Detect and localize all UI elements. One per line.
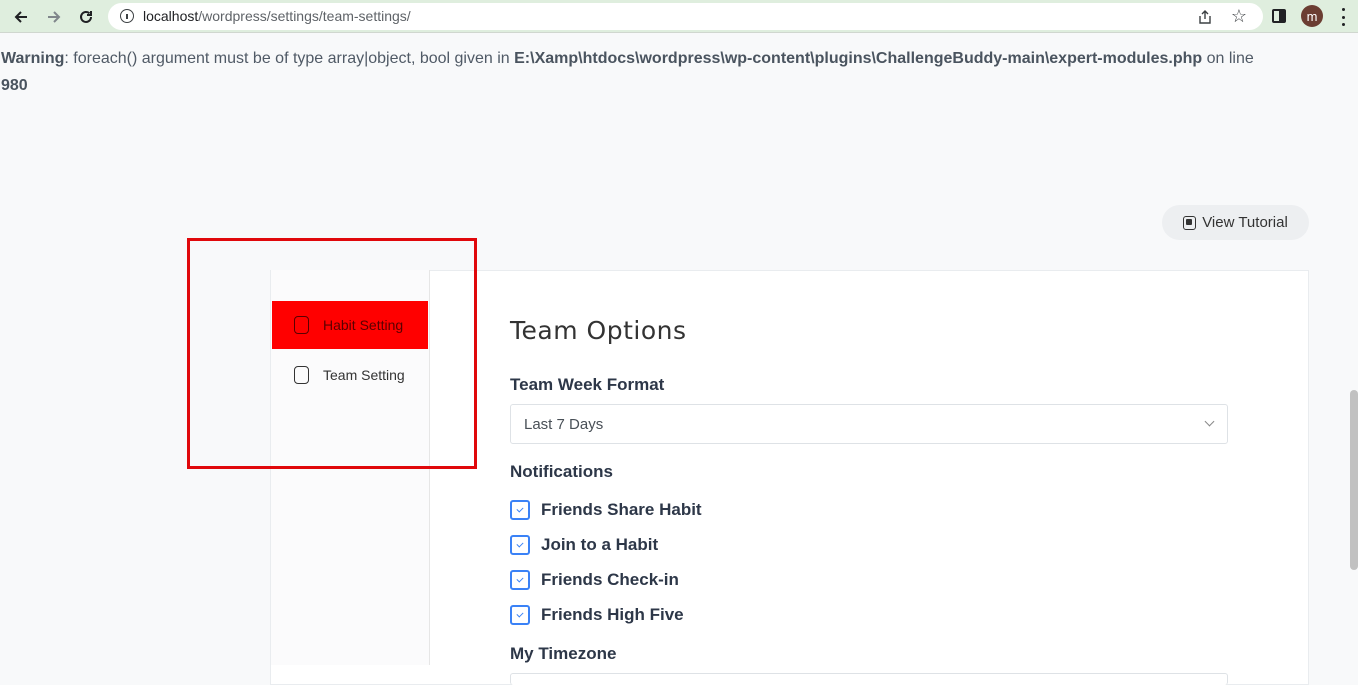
team-week-format-select[interactable]: Last 7 Days (510, 404, 1228, 444)
annotation-highlight-box (187, 238, 477, 469)
site-info-icon[interactable] (120, 9, 134, 23)
timezone-select[interactable] (510, 673, 1228, 685)
share-icon[interactable] (1197, 9, 1213, 25)
checkbox-friends-check-in[interactable]: Friends Check-in (510, 570, 679, 590)
team-week-format-label: Team Week Format (510, 375, 665, 394)
checkbox-checked-icon[interactable] (510, 570, 530, 590)
avatar-letter: m (1306, 8, 1318, 24)
checkbox-checked-icon[interactable] (510, 500, 530, 520)
checkbox-label: Join to a Habit (541, 535, 659, 554)
back-icon[interactable] (10, 6, 32, 28)
warning-line-text: on line (1202, 50, 1254, 67)
warning-line-number: 980 (1, 77, 28, 94)
checkbox-checked-icon[interactable] (510, 605, 530, 625)
checkbox-friends-share-habit[interactable]: Friends Share Habit (510, 500, 702, 520)
selected-value: Last 7 Days (524, 415, 604, 433)
warning-label: Warning (1, 50, 65, 67)
forward-icon[interactable] (43, 6, 65, 28)
checkbox-friends-high-five[interactable]: Friends High Five (510, 605, 684, 625)
checkbox-label: Friends High Five (541, 605, 684, 624)
browser-menu-icon[interactable] (1336, 8, 1350, 26)
checkbox-join-to-a-habit[interactable]: Join to a Habit (510, 535, 658, 555)
address-url: localhost/wordpress/settings/team-settin… (143, 8, 411, 24)
notifications-label: Notifications (510, 462, 613, 481)
profile-avatar[interactable]: m (1301, 5, 1323, 27)
chevron-down-icon (1204, 416, 1215, 427)
warning-message: : foreach() argument must be of type arr… (64, 50, 515, 67)
page-title: Team Options (510, 316, 687, 345)
address-bar[interactable]: localhost/wordpress/settings/team-settin… (108, 3, 1263, 30)
checkbox-label: Friends Check-in (541, 570, 679, 589)
checkbox-label: Friends Share Habit (541, 500, 702, 519)
tutorial-icon (1183, 215, 1197, 230)
side-panel-icon[interactable] (1272, 9, 1286, 23)
view-tutorial-label: View Tutorial (1202, 214, 1288, 231)
browser-toolbar: localhost/wordpress/settings/team-settin… (0, 0, 1358, 33)
view-tutorial-button[interactable]: View Tutorial (1162, 205, 1309, 240)
page-scrollbar[interactable] (1350, 390, 1358, 570)
checkbox-checked-icon[interactable] (510, 535, 530, 555)
reload-icon[interactable] (75, 6, 97, 28)
warning-file-path: E:\Xamp\htdocs\wordpress\wp-content\plug… (514, 50, 1203, 67)
php-warning: Warning: foreach() argument must be of t… (1, 45, 1341, 99)
my-timezone-label: My Timezone (510, 644, 617, 663)
bookmark-star-icon[interactable]: ☆ (1231, 7, 1247, 25)
